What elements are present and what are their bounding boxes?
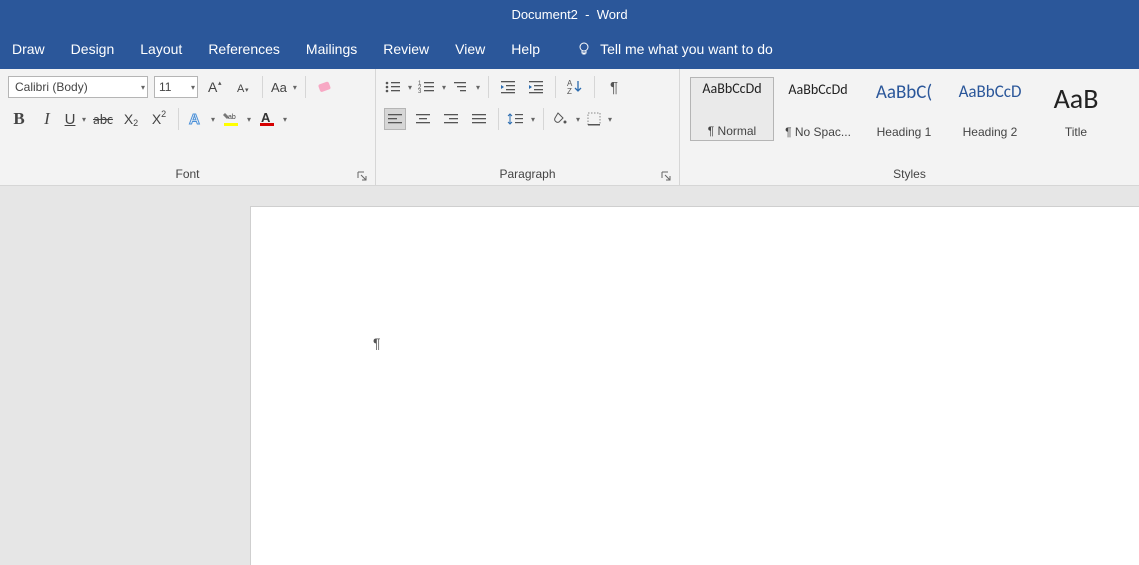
title-app: Word xyxy=(597,7,628,22)
change-case-button[interactable]: Aa xyxy=(271,76,297,98)
font-name-combo[interactable]: Calibri (Body) ▾ xyxy=(8,76,148,98)
chevron-down-icon: ▾ xyxy=(191,83,195,92)
style-title[interactable]: AaB Title xyxy=(1034,77,1118,141)
borders-button[interactable] xyxy=(586,108,612,130)
style-name-label: Heading 2 xyxy=(950,125,1030,139)
multilevel-list-button[interactable] xyxy=(452,76,480,98)
align-center-button[interactable] xyxy=(412,108,434,130)
style-preview: AaBbC( xyxy=(876,81,932,104)
justify-button[interactable] xyxy=(468,108,490,130)
style-heading-1[interactable]: AaBbC( Heading 1 xyxy=(862,77,946,141)
underline-button[interactable]: U xyxy=(64,108,86,130)
paragraph-dialog-launcher[interactable] xyxy=(659,169,673,183)
tell-me-label: Tell me what you want to do xyxy=(600,41,773,57)
tell-me[interactable]: Tell me what you want to do xyxy=(576,41,773,57)
tab-mailings[interactable]: Mailings xyxy=(306,41,357,57)
separator xyxy=(498,108,499,130)
separator xyxy=(555,76,556,98)
svg-text:▴: ▴ xyxy=(218,80,222,87)
font-dialog-launcher[interactable] xyxy=(355,169,369,183)
title-doc: Document2 xyxy=(511,7,577,22)
highlight-button[interactable]: ab xyxy=(221,108,251,130)
separator xyxy=(305,76,306,98)
strikethrough-button[interactable]: abc xyxy=(92,108,114,130)
style-preview: AaBbCcDd xyxy=(702,80,761,97)
tab-view[interactable]: View xyxy=(455,41,485,57)
style-name-label: Title xyxy=(1036,125,1116,139)
show-paragraph-marks-button[interactable]: ¶ xyxy=(603,76,625,98)
style-preview: AaBbCcD xyxy=(959,81,1022,102)
font-size-combo[interactable]: 11 ▾ xyxy=(154,76,198,98)
group-paragraph: 123 AZ ¶ xyxy=(376,69,680,185)
shading-button[interactable] xyxy=(552,108,580,130)
style-heading-2[interactable]: AaBbCcD Heading 2 xyxy=(948,77,1032,141)
bold-button[interactable]: B xyxy=(8,108,30,130)
ribbon: Calibri (Body) ▾ 11 ▾ A▴ A▾ Aa xyxy=(0,69,1139,186)
menu-bar: Draw Design Layout References Mailings R… xyxy=(0,29,1139,69)
group-font-label: Font xyxy=(175,167,199,181)
tab-draw[interactable]: Draw xyxy=(12,41,45,57)
svg-text:3: 3 xyxy=(418,89,422,95)
superscript-button[interactable]: X2 xyxy=(148,108,170,130)
svg-text:A: A xyxy=(261,110,271,125)
document-canvas[interactable]: ¶ xyxy=(0,186,1139,565)
clear-formatting-button[interactable] xyxy=(314,76,336,98)
svg-text:A: A xyxy=(237,83,245,95)
align-left-button[interactable] xyxy=(384,108,406,130)
tab-help[interactable]: Help xyxy=(511,41,540,57)
svg-text:A: A xyxy=(208,79,218,95)
group-paragraph-label: Paragraph xyxy=(499,167,555,181)
title-bar: Document2 - Word xyxy=(0,0,1139,29)
document-page[interactable]: ¶ xyxy=(250,206,1139,565)
lightbulb-icon xyxy=(576,41,592,57)
italic-button[interactable]: I xyxy=(36,108,58,130)
paragraph-mark-icon: ¶ xyxy=(373,335,381,351)
svg-text:Z: Z xyxy=(567,87,572,96)
text-effects-button[interactable]: A xyxy=(187,108,215,130)
tab-design[interactable]: Design xyxy=(71,41,115,57)
style--normal[interactable]: AaBbCcDd ¶ Normal xyxy=(690,77,774,141)
shrink-font-button[interactable]: A▾ xyxy=(232,76,254,98)
style-preview: AaBbCcDd xyxy=(788,81,847,98)
svg-text:ab: ab xyxy=(228,114,236,121)
font-size-value: 11 xyxy=(159,80,171,94)
separator xyxy=(178,108,179,130)
decrease-indent-button[interactable] xyxy=(497,76,519,98)
font-color-button[interactable]: A xyxy=(257,108,287,130)
font-name-value: Calibri (Body) xyxy=(15,80,88,94)
style-name-label: ¶ Normal xyxy=(693,124,771,138)
style--no-spac-[interactable]: AaBbCcDd ¶ No Spac... xyxy=(776,77,860,141)
style-name-label: Heading 1 xyxy=(864,125,944,139)
grow-font-button[interactable]: A▴ xyxy=(204,76,226,98)
tab-references[interactable]: References xyxy=(208,41,280,57)
numbered-list-button[interactable]: 123 xyxy=(418,76,446,98)
style-preview: AaB xyxy=(1054,81,1099,116)
line-spacing-button[interactable] xyxy=(507,108,535,130)
separator xyxy=(262,76,263,98)
svg-text:A: A xyxy=(189,111,200,128)
sort-button[interactable]: AZ xyxy=(564,76,586,98)
svg-text:▾: ▾ xyxy=(245,87,249,94)
bullet-list-button[interactable] xyxy=(384,76,412,98)
subscript-button[interactable]: X2 xyxy=(120,108,142,130)
group-font: Calibri (Body) ▾ 11 ▾ A▴ A▾ Aa xyxy=(0,69,376,185)
style-name-label: ¶ No Spac... xyxy=(778,125,858,139)
separator xyxy=(488,76,489,98)
separator xyxy=(594,76,595,98)
tab-layout[interactable]: Layout xyxy=(140,41,182,57)
chevron-down-icon: ▾ xyxy=(141,83,145,92)
group-styles-label: Styles xyxy=(893,167,926,181)
align-right-button[interactable] xyxy=(440,108,462,130)
tab-review[interactable]: Review xyxy=(383,41,429,57)
increase-indent-button[interactable] xyxy=(525,76,547,98)
separator xyxy=(543,108,544,130)
group-styles: AaBbCcDd¶ NormalAaBbCcDd¶ No Spac...AaBb… xyxy=(680,69,1139,185)
